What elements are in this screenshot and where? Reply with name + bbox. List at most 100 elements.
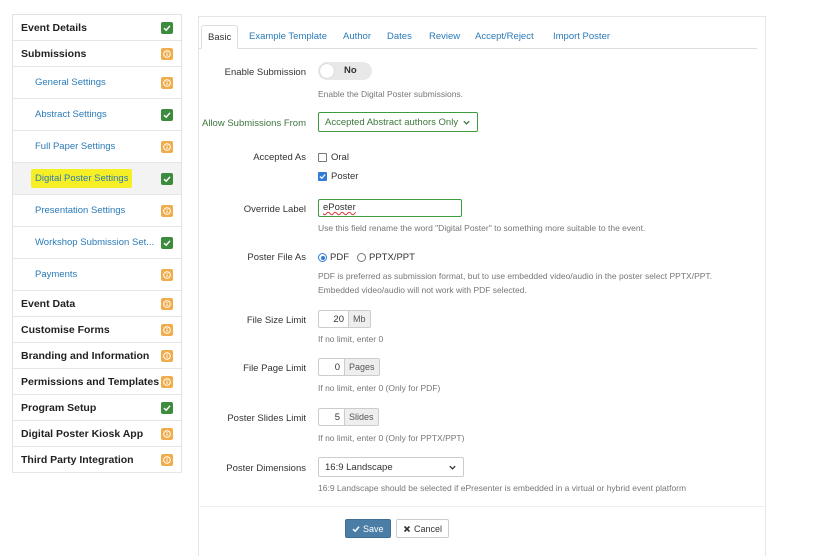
sidebar-item-general-settings[interactable]: General Settings — [13, 67, 181, 99]
sidebar-item-abstract-settings[interactable]: Abstract Settings — [13, 99, 181, 131]
file-page-limit-help: If no limit, enter 0 (Only for PDF) — [318, 383, 441, 393]
tab-review[interactable]: Review — [423, 25, 466, 49]
accepted-as-label: Accepted As — [253, 152, 306, 163]
check-icon — [161, 172, 173, 185]
file-page-unit: Pages — [344, 358, 380, 376]
tab-dates[interactable]: Dates — [381, 25, 418, 49]
info-icon — [161, 268, 173, 281]
file-page-limit-label: File Page Limit — [243, 363, 306, 374]
poster-slides-unit: Slides — [344, 408, 379, 426]
sidebar-item-full-paper-settings[interactable]: Full Paper Settings — [13, 131, 181, 163]
sidebar-item-payments[interactable]: Payments — [13, 259, 181, 291]
poster-dimensions-select[interactable]: 16:9 Landscape — [318, 457, 464, 477]
sidebar-item-label: Workshop Submission Set... — [35, 237, 155, 248]
poster-file-pdf[interactable]: PDF — [318, 252, 349, 263]
poster-dimensions-value: 16:9 Landscape — [325, 462, 393, 473]
sidebar-item-submissions[interactable]: Submissions — [13, 41, 181, 67]
file-size-limit-input[interactable]: 20 — [318, 310, 348, 328]
sidebar-item-third-party-integration[interactable]: Third Party Integration — [13, 447, 181, 473]
sidebar-item-event-details[interactable]: Event Details — [13, 15, 181, 41]
info-icon — [161, 323, 173, 336]
poster-dimensions-help: 16:9 Landscape should be selected if ePr… — [318, 483, 687, 493]
pdf-radio[interactable] — [318, 253, 327, 262]
poster-file-help-1: PDF is preferred as submission format, b… — [318, 271, 713, 281]
sidebar-item-label: Abstract Settings — [35, 109, 107, 120]
info-icon — [161, 76, 173, 89]
enable-submission-help: Enable the Digital Poster submissions. — [318, 89, 464, 99]
pptx-label: PPTX/PPT — [369, 252, 415, 263]
tab-bar: Basic Example Template Author Dates Revi… — [199, 25, 757, 49]
save-label: Save — [363, 523, 384, 534]
chevron-down-icon — [449, 465, 456, 470]
sidebar-item-presentation-settings[interactable]: Presentation Settings — [13, 195, 181, 227]
tab-example-template[interactable]: Example Template — [243, 25, 333, 49]
check-icon — [161, 401, 173, 414]
poster-slides-limit-label: Poster Slides Limit — [227, 413, 306, 424]
cancel-label: Cancel — [414, 523, 443, 534]
info-icon — [161, 349, 173, 362]
poster-slides-limit-group: 5 Slides — [318, 408, 379, 426]
tab-accept-reject[interactable]: Accept/Reject — [469, 25, 540, 49]
close-icon — [403, 525, 411, 532]
file-size-limit-label: File Size Limit — [246, 315, 306, 326]
accepted-as-poster[interactable]: Poster — [318, 171, 358, 182]
sidebar-item-label: Event Data — [21, 297, 76, 310]
enable-submission-toggle[interactable]: No — [318, 62, 372, 80]
sidebar-item-label: Event Details — [21, 21, 87, 34]
poster-file-as-label: Poster File As — [247, 252, 306, 263]
override-label-value: ePoster — [323, 202, 356, 213]
file-page-limit-input[interactable]: 0 — [318, 358, 344, 376]
settings-sidebar: Event Details Submissions General Settin… — [12, 14, 182, 473]
tab-author[interactable]: Author — [337, 25, 377, 49]
info-icon — [161, 204, 173, 217]
poster-dimensions-label: Poster Dimensions — [226, 463, 306, 474]
oral-checkbox[interactable] — [318, 153, 327, 162]
override-label-label: Override Label — [243, 204, 306, 215]
sidebar-item-digital-poster-kiosk-app[interactable]: Digital Poster Kiosk App — [13, 421, 181, 447]
check-icon — [352, 525, 360, 532]
sidebar-item-digital-poster-settings[interactable]: Digital Poster Settings — [13, 163, 181, 195]
tab-import-poster[interactable]: Import Poster — [547, 25, 616, 49]
check-icon — [161, 108, 173, 121]
check-icon — [161, 236, 173, 249]
accepted-as-oral[interactable]: Oral — [318, 152, 349, 163]
info-icon — [161, 47, 173, 60]
sidebar-item-workshop-submission-settings[interactable]: Workshop Submission Set... — [13, 227, 181, 259]
sidebar-item-program-setup[interactable]: Program Setup — [13, 395, 181, 421]
sidebar-item-label: Presentation Settings — [35, 205, 126, 216]
tab-basic[interactable]: Basic — [201, 25, 239, 49]
override-label-input[interactable]: ePoster — [318, 199, 462, 217]
toggle-knob — [320, 64, 334, 78]
sidebar-item-customise-forms[interactable]: Customise Forms — [13, 317, 181, 343]
enable-submission-label: Enable Submission — [224, 67, 306, 78]
sidebar-item-label: General Settings — [35, 77, 106, 88]
pptx-radio[interactable] — [357, 253, 366, 262]
override-label-help: Use this field rename the word "Digital … — [318, 223, 646, 233]
sidebar-item-label: Full Paper Settings — [35, 141, 116, 152]
sidebar-item-label: Submissions — [21, 47, 87, 60]
sidebar-item-label: Program Setup — [21, 401, 97, 414]
allow-submissions-select[interactable]: Accepted Abstract authors Only — [318, 112, 478, 132]
poster-slides-limit-help: If no limit, enter 0 (Only for PPTX/PPT) — [318, 433, 465, 443]
toggle-value: No — [344, 65, 357, 76]
chevron-down-icon — [463, 120, 470, 125]
sidebar-item-branding-and-information[interactable]: Branding and Information — [13, 343, 181, 369]
poster-checkbox[interactable] — [318, 172, 327, 181]
sidebar-item-event-data[interactable]: Event Data — [13, 291, 181, 317]
info-icon — [161, 375, 173, 388]
pdf-label: PDF — [330, 252, 349, 263]
check-icon — [161, 21, 173, 34]
sidebar-item-permissions-and-templates[interactable]: Permissions and Templates — [13, 369, 181, 395]
poster-slides-limit-input[interactable]: 5 — [318, 408, 344, 426]
sidebar-item-label: Permissions and Templates — [21, 375, 160, 388]
file-page-limit-group: 0 Pages — [318, 358, 380, 376]
allow-submissions-label: Allow Submissions From — [202, 118, 306, 129]
file-size-limit-help: If no limit, enter 0 — [318, 334, 384, 344]
info-icon — [161, 453, 173, 466]
poster-label: Poster — [331, 171, 359, 182]
file-size-unit: Mb — [348, 310, 371, 328]
save-button[interactable]: Save — [345, 519, 391, 538]
poster-file-pptx[interactable]: PPTX/PPT — [357, 252, 415, 263]
sidebar-item-label: Customise Forms — [21, 323, 110, 336]
cancel-button[interactable]: Cancel — [396, 519, 450, 538]
